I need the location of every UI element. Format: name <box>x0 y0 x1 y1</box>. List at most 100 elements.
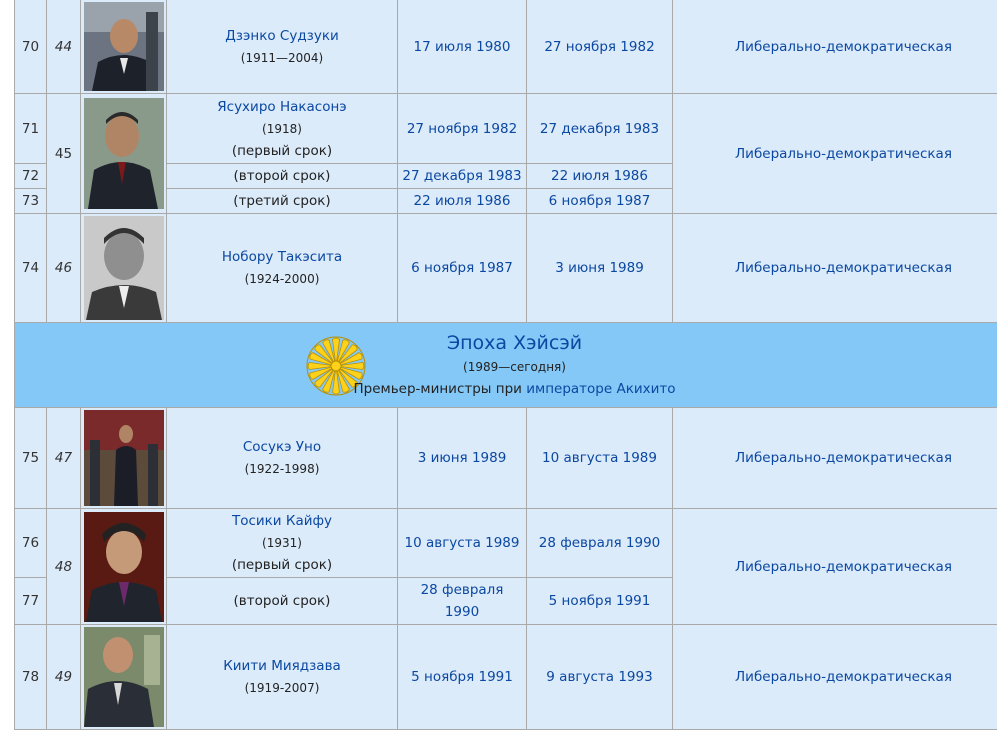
term-start-cell: 10 августа 1989 <box>397 508 527 578</box>
pm-ordinal: 46 <box>46 213 81 323</box>
party-link[interactable]: Либерально-демократическая <box>735 559 952 575</box>
portrait-nakasone[interactable] <box>83 98 164 209</box>
pm-name-link[interactable]: Киити Миядзава <box>223 658 341 674</box>
pm-name-cell: Тосики Кайфу (1931) (первый срок) <box>166 508 398 578</box>
term-label: (третий срок) <box>166 188 398 214</box>
term-start-cell: 27 декабря 1983 <box>397 163 527 189</box>
pm-lifespan: (1924-2000) <box>244 272 320 286</box>
term-start-link[interactable]: 27 ноября 1982 <box>407 121 517 137</box>
table-row: 75 47 Сосукэ Уно (1922-1998) 3 июня 1989… <box>14 407 997 509</box>
pm-ordinal: 47 <box>46 407 81 509</box>
portrait-uno[interactable] <box>83 410 164 506</box>
term-end-link[interactable]: 28 февраля 1990 <box>539 535 661 551</box>
row-number: 78 <box>14 624 47 730</box>
pm-ordinal: 44 <box>46 0 81 94</box>
portrait-cell <box>80 508 167 625</box>
term-start-link[interactable]: 17 июля 1980 <box>413 39 510 55</box>
term-start-cell: 27 ноября 1982 <box>397 93 527 164</box>
term-label: (второй срок) <box>166 163 398 189</box>
party-cell: Либерально-демократическая <box>672 213 997 323</box>
portrait-suzuki[interactable] <box>83 2 164 91</box>
party-link[interactable]: Либерально-демократическая <box>735 39 952 55</box>
party-cell: Либерально-демократическая <box>672 93 997 214</box>
pm-name-cell: Нобору Такэсита (1924-2000) <box>166 213 398 323</box>
term-start-cell: 17 июля 1980 <box>397 0 527 94</box>
term-end-cell: 27 ноября 1982 <box>526 0 673 94</box>
pm-name-cell: Сосукэ Уно (1922-1998) <box>166 407 398 509</box>
portrait-miyazawa[interactable] <box>83 627 164 727</box>
term-end-cell: 5 ноября 1991 <box>526 577 673 625</box>
term-end-link[interactable]: 9 августа 1993 <box>546 669 652 685</box>
term-end-link[interactable]: 27 декабря 1983 <box>540 121 659 137</box>
term-end-cell: 27 декабря 1983 <box>526 93 673 164</box>
pm-name-link[interactable]: Сосукэ Уно <box>243 439 321 455</box>
term-label: (первый срок) <box>231 142 333 159</box>
portrait-cell <box>80 624 167 730</box>
portrait-cell <box>80 93 167 214</box>
era-header: Эпоха Хэйсэй (1989—сегодня) Премьер-мини… <box>14 322 997 408</box>
era-subtitle: Премьер-министры при императоре Акихито <box>15 378 997 400</box>
term-start-cell: 22 июля 1986 <box>397 188 527 214</box>
row-number: 73 <box>14 188 47 214</box>
row-number: 76 <box>14 508 47 578</box>
portrait-takeshita[interactable] <box>83 216 164 320</box>
term-end-link[interactable]: 3 июня 1989 <box>555 260 644 276</box>
term-start-link[interactable]: 3 июня 1989 <box>418 450 507 466</box>
pm-name-cell: Ясухиро Накасонэ (1918) (первый срок) <box>166 93 398 164</box>
party-link[interactable]: Либерально-демократическая <box>735 260 952 276</box>
term-end-link[interactable]: 10 августа 1989 <box>542 450 657 466</box>
table-row: 78 49 Киити Миядзава (1919-2007) 5 ноябр… <box>14 624 997 730</box>
pm-lifespan: (1919-2007) <box>244 681 320 695</box>
row-number: 74 <box>14 213 47 323</box>
term-start-cell: 3 июня 1989 <box>397 407 527 509</box>
era-subtitle-prefix: Премьер-министры при <box>353 381 527 397</box>
table-row: 74 46 Нобору Такэсита (1924-2000) 6 нояб… <box>14 213 997 323</box>
term-start-link[interactable]: 22 июля 1986 <box>413 193 510 209</box>
pm-name-link[interactable]: Дзэнко Судзуки <box>225 28 339 44</box>
term-end-cell: 10 августа 1989 <box>526 407 673 509</box>
portrait-kaifu[interactable] <box>83 511 164 622</box>
party-link[interactable]: Либерально-демократическая <box>735 450 952 466</box>
term-start-link[interactable]: 28 февраля 1990 <box>412 579 512 623</box>
term-end-link[interactable]: 27 ноября 1982 <box>544 39 654 55</box>
pm-name-link[interactable]: Ясухиро Накасонэ <box>217 99 346 115</box>
term-label: (первый срок) <box>231 557 333 573</box>
pm-name-cell: Киити Миядзава (1919-2007) <box>166 624 398 730</box>
emperor-link[interactable]: императоре Акихито <box>526 381 675 397</box>
term-start-cell: 5 ноября 1991 <box>397 624 527 730</box>
row-number: 72 <box>14 163 47 189</box>
term-start-link[interactable]: 5 ноября 1991 <box>411 669 513 685</box>
pm-lifespan: (1911—2004) <box>240 50 324 65</box>
era-header-row: Эпоха Хэйсэй (1989—сегодня) Премьер-мини… <box>14 322 997 408</box>
term-end-cell: 28 февраля 1990 <box>526 508 673 578</box>
term-start-link[interactable]: 27 декабря 1983 <box>402 168 521 184</box>
pm-lifespan: (1931) <box>262 536 302 550</box>
portrait-cell <box>80 0 167 94</box>
party-cell: Либерально-демократическая <box>672 407 997 509</box>
pm-name-link[interactable]: Тосики Кайфу <box>232 513 332 529</box>
term-end-cell: 9 августа 1993 <box>526 624 673 730</box>
row-number: 70 <box>14 0 47 94</box>
table-row: 76 48 Тосики Кайфу (1931) (первый срок) … <box>14 508 997 625</box>
row-number: 75 <box>14 407 47 509</box>
era-period: (1989—сегодня) <box>463 360 566 374</box>
portrait-cell <box>80 213 167 323</box>
term-end-cell: 3 июня 1989 <box>526 213 673 323</box>
pm-name-cell: Дзэнко Судзуки (1911—2004) <box>166 0 398 94</box>
party-link[interactable]: Либерально-демократическая <box>735 146 952 162</box>
party-cell: Либерально-демократическая <box>672 0 997 94</box>
era-title: Эпоха Хэйсэй <box>446 332 583 354</box>
term-end-link[interactable]: 6 ноября 1987 <box>549 193 651 209</box>
term-end-cell: 22 июля 1986 <box>526 163 673 189</box>
term-end-link[interactable]: 5 ноября 1991 <box>549 593 651 609</box>
pm-ordinal: 48 <box>46 508 81 625</box>
pm-name-link[interactable]: Нобору Такэсита <box>222 249 342 265</box>
term-end-link[interactable]: 22 июля 1986 <box>551 168 648 184</box>
term-end-cell: 6 ноября 1987 <box>526 188 673 214</box>
term-start-link[interactable]: 6 ноября 1987 <box>411 260 513 276</box>
term-label: (второй срок) <box>166 577 398 625</box>
term-start-link[interactable]: 10 августа 1989 <box>405 535 520 551</box>
row-number: 77 <box>14 577 47 625</box>
portrait-cell <box>80 407 167 509</box>
party-link[interactable]: Либерально-демократическая <box>735 669 952 685</box>
